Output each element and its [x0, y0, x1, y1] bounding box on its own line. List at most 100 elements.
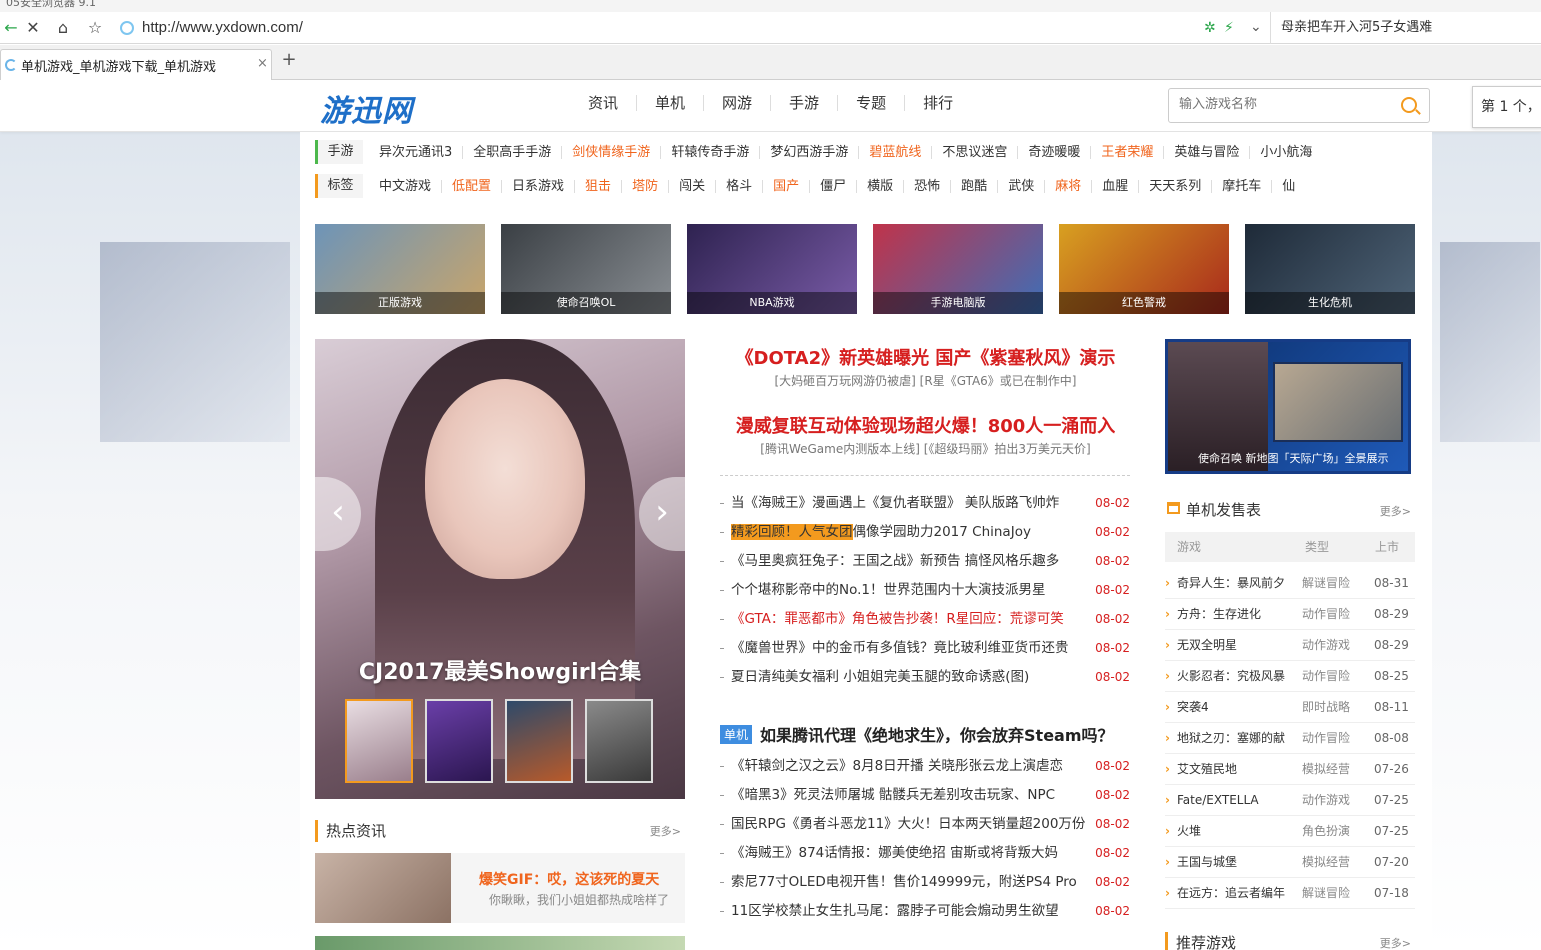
tag-link[interactable]: 血腥 [1092, 179, 1140, 193]
nav-rankings[interactable]: 排行 [905, 95, 971, 111]
hot-news-image[interactable] [315, 853, 451, 923]
carousel-next-arrow-icon[interactable]: › [639, 477, 685, 551]
news-title[interactable]: 《海贼王》874话情报：娜美使绝招 宙斯或将背叛大妈 [731, 839, 1058, 868]
news-row[interactable]: 索尼77寸OLED电视开售！售价149999元，附送PS4 Pro 08-02 [720, 868, 1130, 897]
news-row[interactable]: 11区学校禁止女生扎马尾：露脖子可能会煽动男生欲望 08-02 [720, 897, 1130, 926]
news-title[interactable]: 11区学校禁止女生扎马尾：露脖子可能会煽动男生欲望 [731, 897, 1059, 926]
tab-active[interactable]: 单机游戏_单机游戏下载_单机游戏 × [0, 49, 272, 80]
news-row[interactable]: 《GTA：罪恶都市》角色被告抄袭！R星回应：荒谬可笑 08-02 [720, 605, 1130, 634]
tag-link[interactable]: 闯关 [669, 179, 717, 193]
tag-link[interactable]: 麻将 [1045, 179, 1093, 193]
release-row[interactable]: 在远方：追云者编年 解谜冒险 07-18 [1165, 878, 1415, 909]
recommend-more-link[interactable]: 更多> [1380, 935, 1411, 950]
headline[interactable]: 《DOTA2》新英雄曝光 国产《紫塞秋风》演示 [718, 344, 1133, 370]
tag-link[interactable]: 横版 [857, 179, 905, 193]
release-row[interactable]: 地狱之刃：塞娜的献 动作冒险 08-08 [1165, 723, 1415, 754]
release-game[interactable]: 火堆 [1177, 816, 1287, 847]
news-title[interactable]: 《GTA：罪恶都市》角色被告抄袭！R星回应：荒谬可笑 [731, 605, 1064, 634]
news-title[interactable]: 个个堪称影帝中的No.1！世界范围内十大演技派男星 [731, 576, 1046, 605]
release-row[interactable]: 无双全明星 动作游戏 08-29 [1165, 630, 1415, 661]
release-game[interactable]: 奇异人生：暴风前夕 [1177, 568, 1287, 599]
tag-link[interactable]: 异次元通讯3 [369, 145, 464, 159]
news-row[interactable]: 《魔兽世界》中的金币有多值钱？竟比玻利维亚货币还贵 08-02 [720, 634, 1130, 663]
release-game[interactable]: 在远方：追云者编年 [1177, 878, 1287, 909]
release-row[interactable]: 火堆 角色扮演 07-25 [1165, 816, 1415, 847]
headline[interactable]: 漫威复联互动体验现场超火爆！800人一涌而入 [718, 412, 1133, 438]
release-row[interactable]: Fate/EXTELLA 动作游戏 07-25 [1165, 785, 1415, 816]
news-row[interactable]: 《海贼王》874话情报：娜美使绝招 宙斯或将背叛大妈 08-02 [720, 839, 1130, 868]
tag-link[interactable]: 中文游戏 [369, 179, 443, 193]
bookmark-star-icon[interactable]: ☆ [84, 18, 106, 38]
release-game[interactable]: 王国与城堡 [1177, 847, 1287, 878]
news-row[interactable]: 个个堪称影帝中的No.1！世界范围内十大演技派男星 08-02 [720, 576, 1130, 605]
carousel-caption[interactable]: CJ2017最美Showgirl合集 [315, 654, 685, 686]
game-search-input[interactable] [1179, 97, 1379, 112]
browser-search-field[interactable]: 母亲把车开入河5子女遇难 [1270, 12, 1541, 44]
release-more-link[interactable]: 更多> [1380, 503, 1411, 519]
release-game[interactable]: 艾文殖民地 [1177, 754, 1287, 785]
lightning-extension-icon[interactable]: ⚡ [1224, 20, 1234, 36]
site-logo[interactable]: 游迅网 [320, 86, 413, 130]
tag-link[interactable]: 跑酷 [951, 179, 999, 193]
release-game[interactable]: Fate/EXTELLA [1177, 785, 1287, 816]
news-row[interactable]: 国民RPG《勇者斗恶龙11》大火！日本两天销量超200万份 08-02 [720, 810, 1130, 839]
feature-thumb[interactable]: 生化危机 [1245, 224, 1415, 314]
category-badge[interactable]: 单机 [720, 724, 753, 744]
tag-link[interactable]: 碧蓝航线 [859, 145, 933, 159]
news-row[interactable]: 精彩回顾！人气女团偶像学园助力2017 ChinaJoy 08-02 [720, 518, 1130, 547]
tag-link[interactable]: 格斗 [716, 179, 764, 193]
news-row[interactable]: 《马里奥疯狂兔子：王国之战》新预告 搞怪风格乐趣多 08-02 [720, 547, 1130, 576]
background-ad-banner[interactable] [1440, 242, 1540, 442]
background-ad-banner[interactable] [100, 242, 290, 442]
release-row[interactable]: 突袭4 即时战略 08-11 [1165, 692, 1415, 723]
news-row[interactable]: 《轩辕剑之汉之云》8月8日开播 关晓彤张云龙上演虐恋 08-02 [720, 752, 1130, 781]
news-row[interactable]: 夏日清纯美女福利 小姐姐完美玉腿的致命诱惑(图) 08-02 [720, 663, 1130, 692]
new-tab-button[interactable]: + [278, 50, 300, 72]
tag-link[interactable]: 王者荣耀 [1091, 145, 1165, 159]
feature-thumb[interactable]: 红色警戒 [1059, 224, 1229, 314]
news-row[interactable]: 《暗黑3》死灵法师屠城 骷髅兵无差别攻击玩家、NPC 08-02 [720, 781, 1130, 810]
release-row[interactable]: 火影忍者：究极风暴 动作冒险 08-25 [1165, 661, 1415, 692]
news-title[interactable]: 索尼77寸OLED电视开售！售价149999元，附送PS4 Pro [731, 868, 1077, 897]
carousel-prev-arrow-icon[interactable]: ‹ [315, 477, 361, 551]
background-ad-right[interactable] [1432, 132, 1541, 950]
news-title[interactable]: 当《海贼王》漫画遇上《复仇者联盟》 美队版路飞帅炸 [731, 489, 1059, 518]
release-game[interactable]: 无双全明星 [1177, 630, 1287, 661]
news-title[interactable]: 《轩辕剑之汉之云》8月8日开播 关晓彤张云龙上演虐恋 [731, 752, 1063, 781]
tag-link[interactable]: 仙 [1272, 180, 1305, 193]
hot-news-more-link[interactable]: 更多> [650, 823, 681, 839]
tag-link[interactable]: 摩托车 [1212, 179, 1273, 193]
url-dropdown-icon[interactable]: ⌄ [1250, 19, 1262, 35]
news-title[interactable]: 《魔兽世界》中的金币有多值钱？竟比玻利维亚货币还贵 [731, 634, 1069, 663]
feature-thumb[interactable]: 使命召唤OL [501, 224, 671, 314]
promo-banner[interactable]: 使命召唤 新地图「天际广场」全景展示 [1165, 339, 1411, 474]
feature-thumb[interactable]: 正版游戏 [315, 224, 485, 314]
news-title[interactable]: 《马里奥疯狂兔子：王国之战》新预告 搞怪风格乐趣多 [731, 547, 1059, 576]
feature-carousel[interactable]: CJ2017最美Showgirl合集 ‹ › [315, 339, 685, 799]
section-headline-text[interactable]: 如果腾讯代理《绝地求生》，你会放弃Steam吗？ [760, 726, 1114, 745]
release-game[interactable]: 火影忍者：究极风暴 [1177, 661, 1287, 692]
tag-link[interactable]: 全职高手手游 [463, 145, 563, 159]
tag-link[interactable]: 天天系列 [1139, 179, 1213, 193]
nav-online-games[interactable]: 网游 [704, 95, 772, 111]
url-field[interactable]: http://www.yxdown.com/ ✲ ⚡ ⌄ [114, 16, 1262, 40]
tag-link[interactable]: 恐怖 [904, 179, 952, 193]
back-icon[interactable]: ← [0, 18, 22, 38]
mobile-tags-label[interactable]: 手游 [315, 140, 363, 164]
headline-sub[interactable]: [大妈砸百万玩网游仍被虐] [R星《GTA6》或已在制作中] [718, 372, 1133, 389]
news-badge[interactable]: 精彩回顾！人气女团 [731, 524, 853, 540]
tag-link[interactable]: 轩辕传奇手游 [661, 145, 761, 159]
nav-mobile-games[interactable]: 手游 [771, 95, 839, 111]
tag-link[interactable]: 剑侠情缘手游 [562, 145, 662, 159]
nav-single-player[interactable]: 单机 [637, 95, 705, 111]
nav-news[interactable]: 资讯 [570, 95, 638, 111]
carousel-thumb[interactable] [345, 699, 413, 783]
headline-sub[interactable]: [腾讯WeGame内测版本上线] [《超级玛丽》拍出3万美元天价] [718, 440, 1133, 457]
tag-link[interactable]: 狙击 [575, 179, 623, 193]
nav-topics[interactable]: 专题 [838, 95, 906, 111]
tag-link[interactable]: 僵尸 [810, 179, 858, 193]
carousel-thumb[interactable] [425, 699, 493, 783]
home-icon[interactable]: ⌂ [52, 18, 74, 38]
label-tags-label[interactable]: 标签 [315, 174, 363, 198]
section-headline[interactable]: 单机 如果腾讯代理《绝地求生》，你会放弃Steam吗？ [720, 722, 1130, 746]
